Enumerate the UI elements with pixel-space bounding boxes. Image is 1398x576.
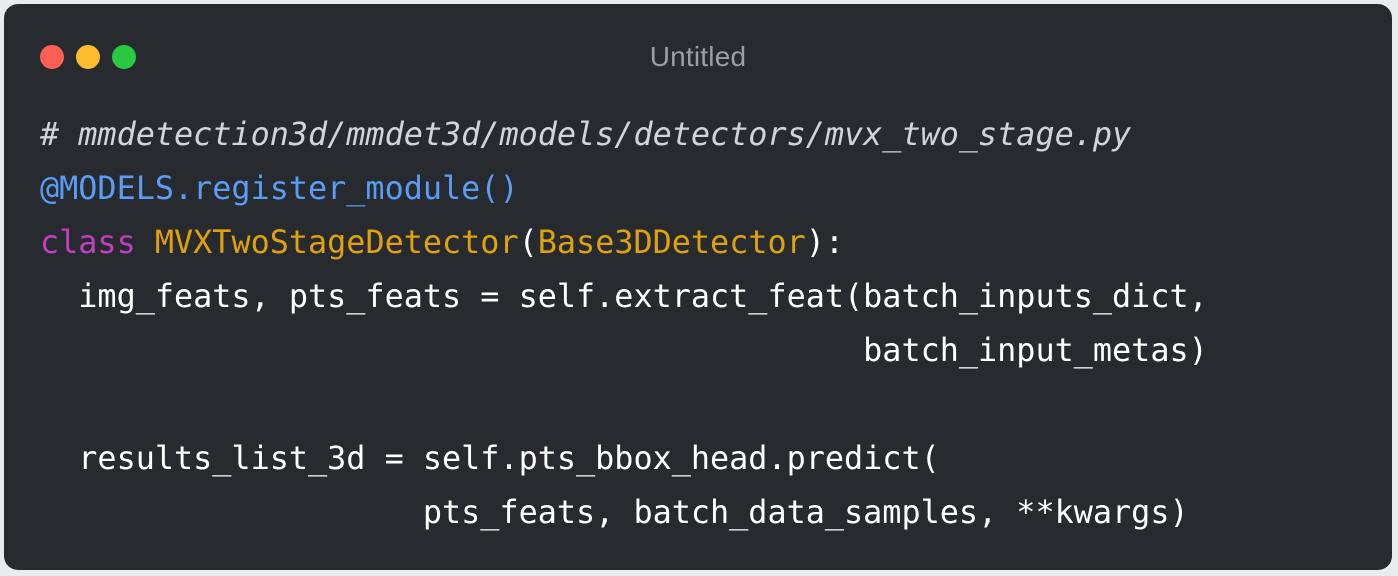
code-token-class: Base3DDetector bbox=[537, 224, 806, 261]
code-token-plain: batch_input_metas) bbox=[40, 332, 1208, 369]
code-window: Untitled # mmdetection3d/mmdet3d/models/… bbox=[4, 4, 1392, 570]
code-block: # mmdetection3d/mmdet3d/models/detectors… bbox=[40, 108, 1362, 540]
code-token-comment: # mmdetection3d/mmdet3d/models/detectors… bbox=[40, 116, 1132, 153]
code-token-decorator: @MODELS.register_module() bbox=[40, 170, 519, 207]
code-token-plain: ): bbox=[805, 224, 845, 261]
code-token-plain: ( bbox=[518, 224, 538, 261]
code-line: ​ bbox=[40, 378, 1362, 432]
code-token-class: MVXTwoStageDetector bbox=[154, 224, 519, 261]
code-line: class MVXTwoStageDetector(Base3DDetector… bbox=[40, 216, 1362, 270]
window-title: Untitled bbox=[649, 41, 747, 72]
code-line: img_feats, pts_feats = self.extract_feat… bbox=[40, 270, 1362, 324]
code-line: pts_feats, batch_data_samples, **kwargs) bbox=[40, 486, 1362, 540]
code-line: results_list_3d = self.pts_bbox_head.pre… bbox=[40, 432, 1362, 486]
code-token-plain: pts_feats, batch_data_samples, **kwargs) bbox=[40, 494, 1189, 531]
code-line: # mmdetection3d/mmdet3d/models/detectors… bbox=[40, 108, 1362, 162]
code-line: @MODELS.register_module() bbox=[40, 162, 1362, 216]
code-token-plain: img_feats, pts_feats = self.extract_feat… bbox=[40, 278, 1208, 315]
code-token-keyword: class bbox=[40, 224, 136, 261]
code-line: batch_input_metas) bbox=[40, 324, 1362, 378]
code-token-plain: results_list_3d = self.pts_bbox_head.pre… bbox=[40, 440, 940, 477]
window-titlebar: Untitled bbox=[4, 4, 1392, 108]
